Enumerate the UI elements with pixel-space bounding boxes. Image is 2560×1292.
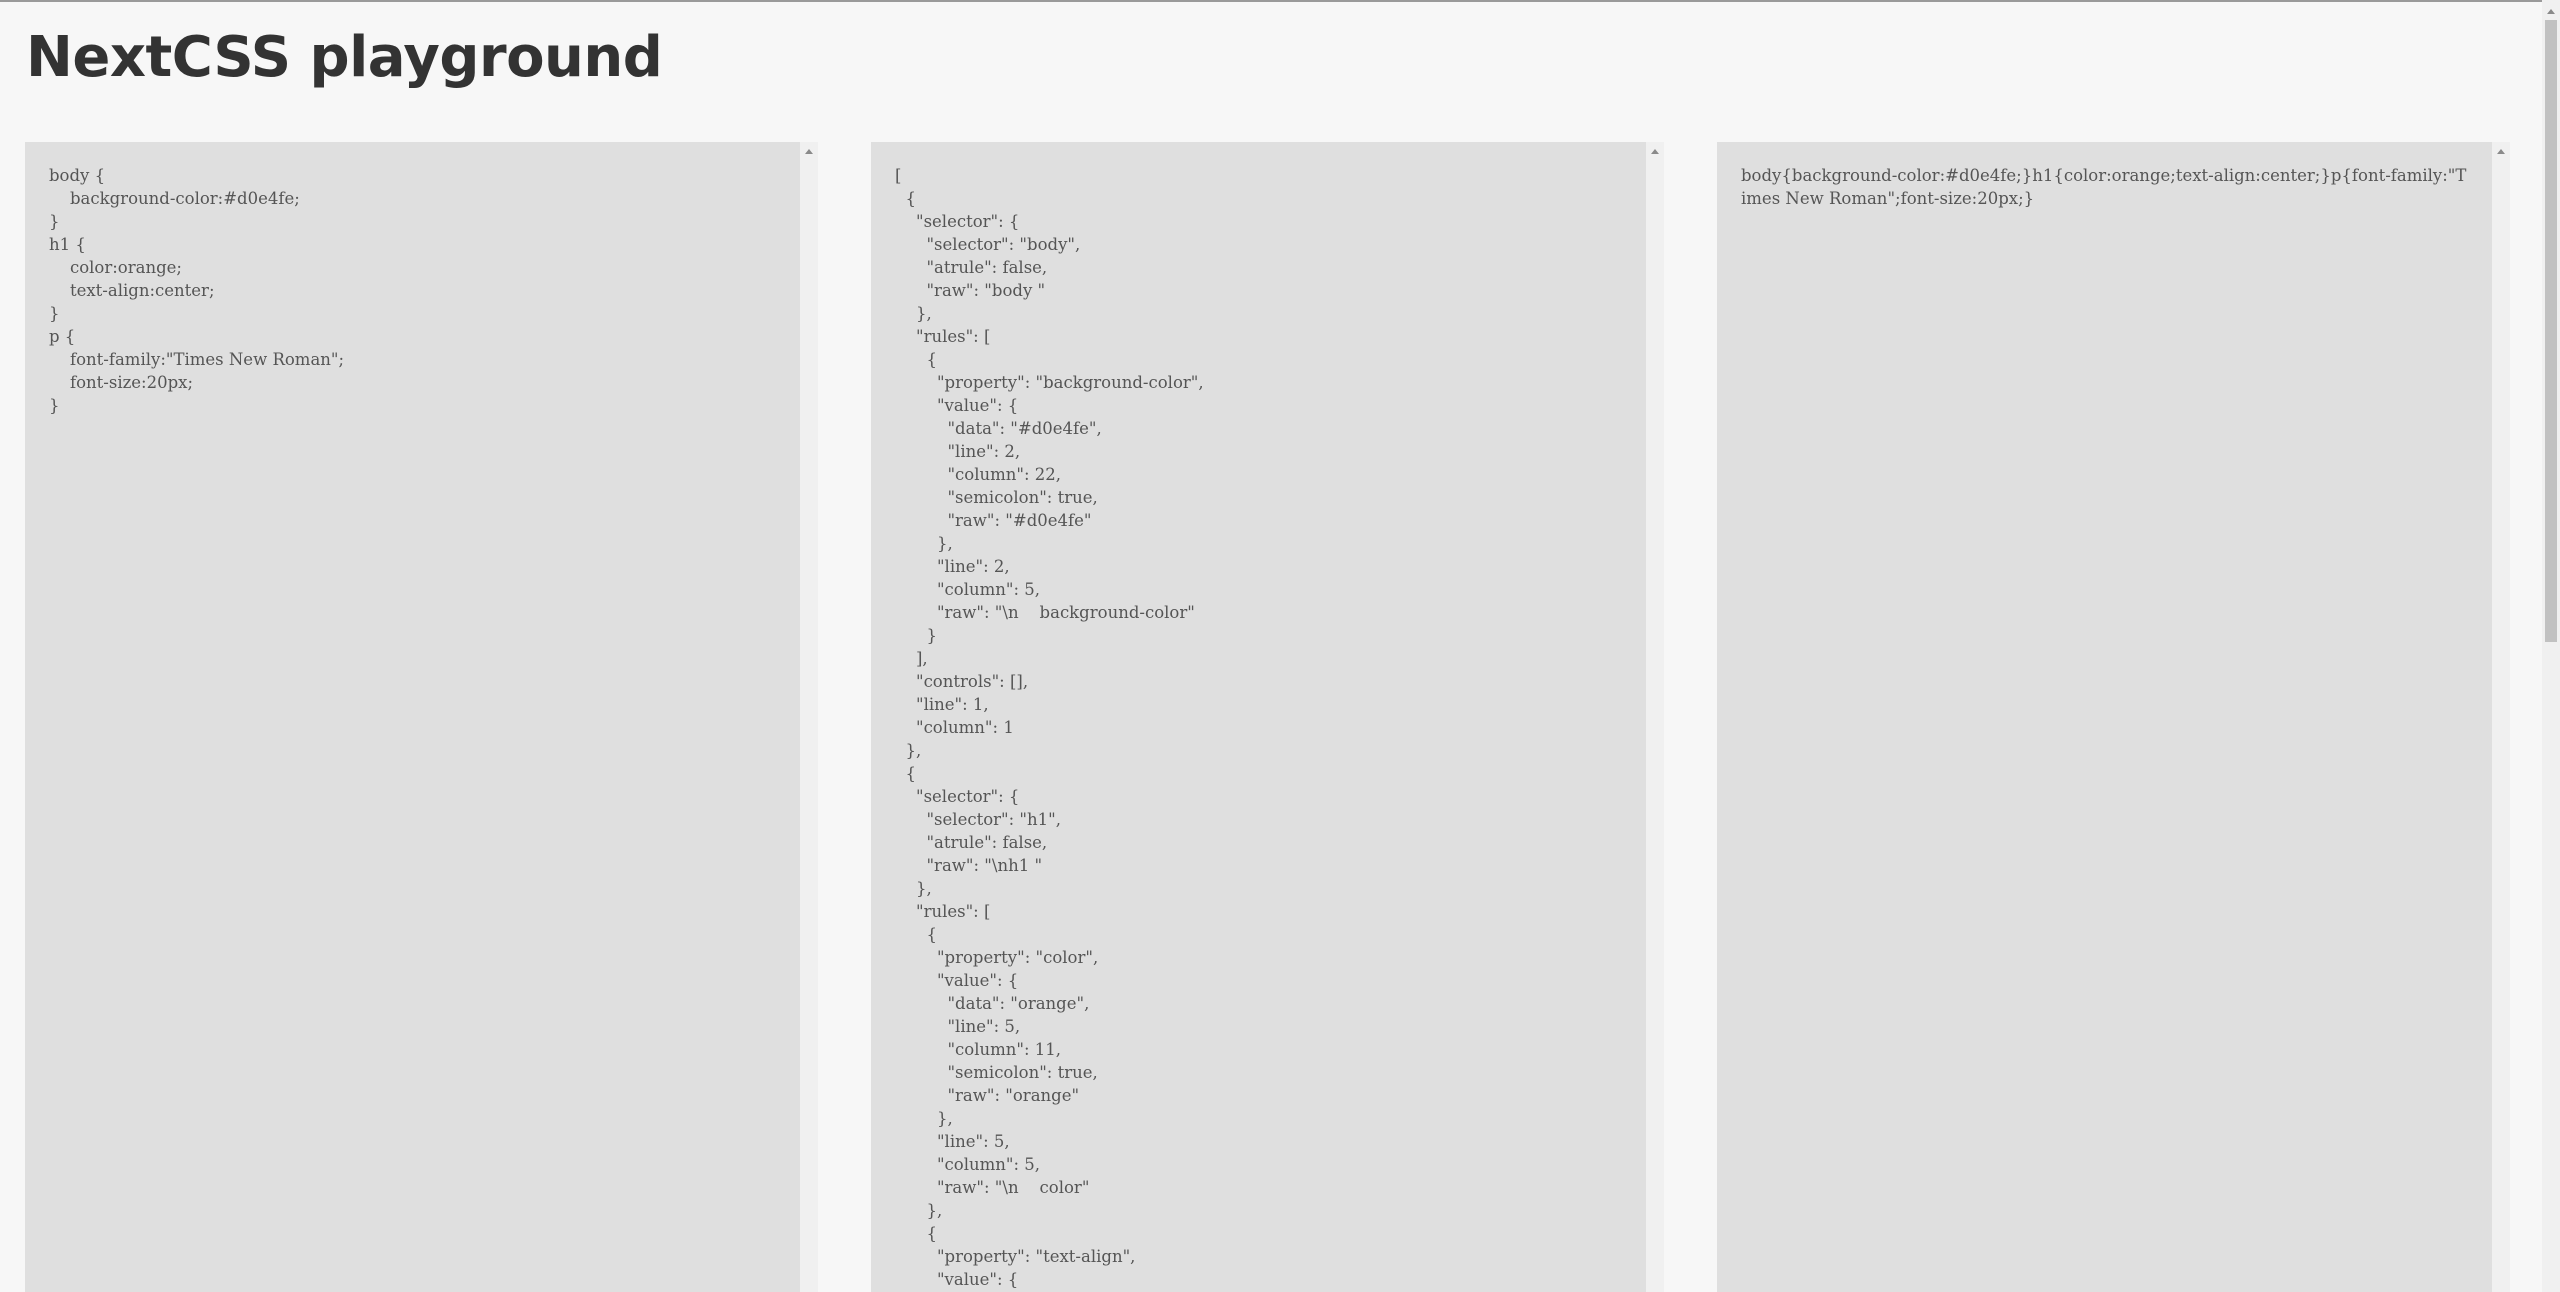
scroll-up-arrow-icon[interactable] xyxy=(800,142,818,160)
css-input-scrollbar[interactable] xyxy=(800,142,818,1292)
ast-output-textarea[interactable]: [ { "selector": { "selector": "body", "a… xyxy=(871,142,1646,1292)
scroll-up-arrow-icon[interactable] xyxy=(2492,142,2510,160)
page-scrollbar-thumb[interactable] xyxy=(2545,20,2557,642)
page-scrollbar[interactable] xyxy=(2542,0,2560,1292)
css-input-textarea[interactable]: body { background-color:#d0e4fe; } h1 { … xyxy=(25,142,800,1292)
scroll-up-arrow-icon[interactable] xyxy=(1646,142,1664,160)
scroll-up-arrow-icon[interactable] xyxy=(2542,2,2560,20)
top-border xyxy=(0,0,2560,2)
ast-output-panel: [ { "selector": { "selector": "body", "a… xyxy=(871,142,1664,1292)
ast-output-scrollbar[interactable] xyxy=(1646,142,1664,1292)
page-title: NextCSS playground xyxy=(26,25,663,90)
minified-output-textarea[interactable]: body{background-color:#d0e4fe;}h1{color:… xyxy=(1717,142,2492,1292)
css-input-panel: body { background-color:#d0e4fe; } h1 { … xyxy=(25,142,818,1292)
minified-output-panel: body{background-color:#d0e4fe;}h1{color:… xyxy=(1717,142,2510,1292)
minified-output-scrollbar[interactable] xyxy=(2492,142,2510,1292)
